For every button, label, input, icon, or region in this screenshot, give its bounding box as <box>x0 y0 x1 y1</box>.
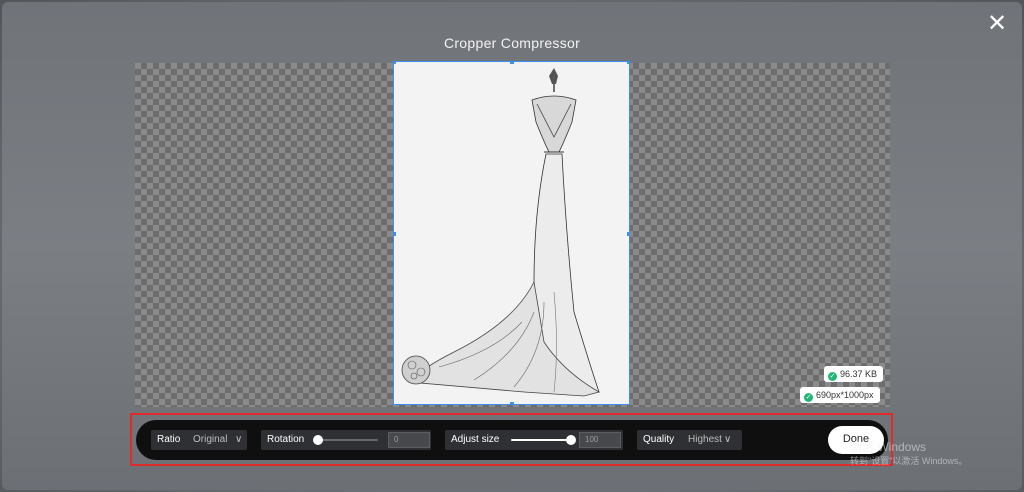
file-size-badge: ✓ 96.37 KB <box>824 366 884 382</box>
file-size-text: 96.37 KB <box>840 369 878 379</box>
dialog-title: Cropper Compressor <box>443 35 581 51</box>
windows-activation-watermark: 激活 Windows 转到"设置"以激活 Windows。 <box>850 440 967 468</box>
quality-value: Highest <box>688 434 722 445</box>
rotation-label: Rotation <box>267 434 305 445</box>
rotation-slider-thumb[interactable] <box>313 435 323 445</box>
check-circle-icon: ✓ <box>828 372 837 381</box>
quality-label: Quality <box>643 434 675 445</box>
crop-area[interactable] <box>393 61 630 405</box>
watermark-line-1: 激活 Windows <box>850 440 927 454</box>
close-icon[interactable]: ✕ <box>986 12 1008 36</box>
crop-handle-top[interactable] <box>510 62 514 64</box>
crop-handle-top-right[interactable] <box>627 62 629 64</box>
rotation-input[interactable]: 0 <box>388 432 430 448</box>
image-canvas <box>135 61 890 407</box>
rotation-control: Rotation 0 <box>261 430 431 450</box>
adjust-size-input[interactable]: 100 <box>579 432 621 448</box>
ratio-label: Ratio <box>157 434 181 445</box>
adjust-size-label: Adjust size <box>451 434 500 445</box>
chevron-down-icon: ∨ <box>235 434 243 445</box>
crop-handle-left[interactable] <box>394 232 396 236</box>
watermark-line-2: 转到"设置"以激活 Windows。 <box>850 456 968 466</box>
crop-handle-right[interactable] <box>627 232 629 236</box>
dress-sketch-image <box>394 62 629 404</box>
adjust-size-slider-thumb[interactable] <box>566 435 576 445</box>
ratio-select[interactable]: Ratio Original ∨ <box>151 430 247 450</box>
crop-handle-top-left[interactable] <box>394 62 396 64</box>
adjust-size-slider-fill <box>511 439 571 441</box>
rotation-slider-track[interactable] <box>318 439 378 441</box>
editor-toolbar: Ratio Original ∨ Rotation 0 Adjust size … <box>136 420 888 460</box>
dimensions-text: 690px*1000px <box>816 390 874 400</box>
ratio-value: Original <box>193 434 228 445</box>
adjust-size-control: Adjust size 100 <box>445 430 623 450</box>
check-circle-icon: ✓ <box>804 393 813 402</box>
crop-handle-bottom[interactable] <box>510 402 514 404</box>
quality-select[interactable]: Quality Highest ∨ <box>637 430 742 450</box>
dimensions-badge: ✓ 690px*1000px <box>800 387 880 403</box>
chevron-down-icon: ∨ <box>724 434 732 445</box>
